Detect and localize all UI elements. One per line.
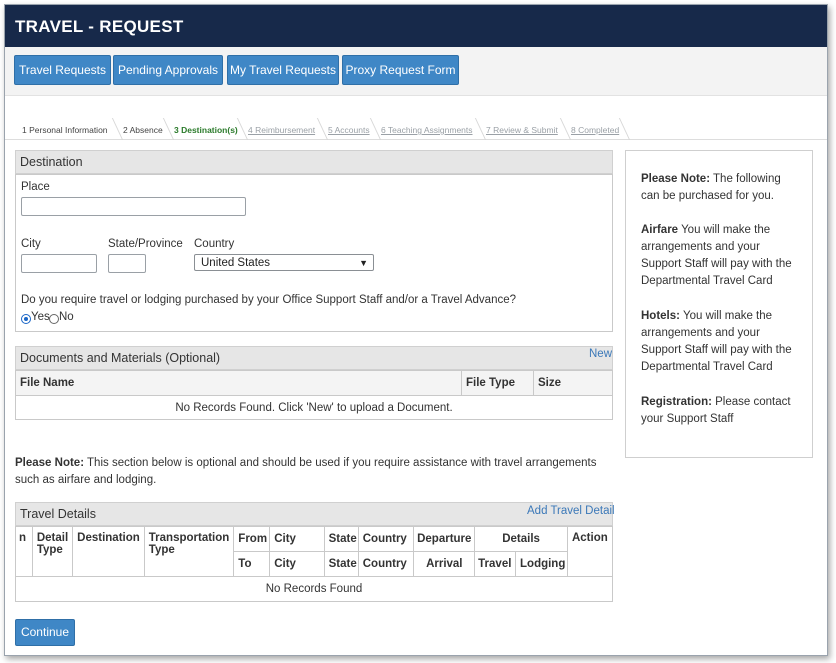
travel-details-title: Travel Details bbox=[20, 507, 96, 521]
col-from-city: City bbox=[269, 526, 325, 552]
destination-title: Destination bbox=[20, 155, 83, 169]
state-province-label: State/Province bbox=[108, 238, 183, 250]
optional-note: Please Note: This section below is optio… bbox=[15, 455, 615, 489]
side-note-panel: Please Note: The following can be purcha… bbox=[625, 150, 813, 458]
travel-empty-text: No Records Found bbox=[15, 576, 613, 602]
step-divider bbox=[316, 118, 329, 140]
pending-approvals-button[interactable]: Pending Approvals bbox=[113, 55, 223, 85]
destination-panel: Place City State/Province Country United… bbox=[15, 174, 613, 332]
yes-label: Yes bbox=[31, 311, 50, 323]
place-input[interactable] bbox=[21, 197, 246, 216]
wizard-steps: 1 Personal Information 2 Absence 3 Desti… bbox=[5, 109, 827, 140]
side-note-hotels-bold: Hotels: bbox=[641, 310, 680, 322]
documents-empty-row: No Records Found. Click 'New' to upload … bbox=[15, 395, 613, 420]
country-select[interactable]: United States ▼ bbox=[194, 254, 374, 271]
col-action: Action bbox=[566, 526, 614, 577]
step-completed: 8 Completed bbox=[571, 125, 620, 135]
step-divider bbox=[369, 118, 382, 140]
side-note-intro: Please Note: The following can be purcha… bbox=[641, 171, 801, 205]
col-to-state: State bbox=[323, 551, 359, 577]
step-absence[interactable]: 2 Absence bbox=[123, 125, 163, 135]
window-frame: TRAVEL - REQUEST Travel Requests Pending… bbox=[4, 4, 828, 656]
step-divider bbox=[559, 118, 572, 140]
col-transportation-type: Transportation Type bbox=[143, 526, 235, 577]
add-travel-detail-link[interactable]: Add Travel Detail bbox=[527, 505, 615, 517]
col-size: Size bbox=[533, 370, 613, 396]
travel-header-row-1: n Detail Type Destination Transportation… bbox=[15, 526, 614, 577]
travel-requests-button[interactable]: Travel Requests bbox=[14, 55, 111, 85]
app-header: TRAVEL - REQUEST bbox=[5, 5, 827, 47]
step-accounts: 5 Accounts bbox=[328, 125, 370, 135]
purchase-question: Do you require travel or lodging purchas… bbox=[21, 294, 517, 306]
step-divider bbox=[618, 118, 631, 140]
nav-bar: Travel Requests Pending Approvals My Tra… bbox=[5, 47, 827, 96]
documents-header: Documents and Materials (Optional) bbox=[15, 346, 613, 370]
step-review-submit: 7 Review & Submit bbox=[486, 125, 558, 135]
side-note-registration: Registration: Please contact your Suppor… bbox=[641, 394, 801, 428]
side-note-hotels: Hotels: You will make the arrangements a… bbox=[641, 308, 801, 376]
col-file-type: File Type bbox=[461, 370, 534, 396]
col-lodging: Lodging bbox=[515, 551, 568, 577]
page-title: TRAVEL - REQUEST bbox=[15, 17, 184, 36]
side-note-airfare: Airfare You will make the arrangements a… bbox=[641, 222, 801, 290]
col-destination: Destination bbox=[72, 526, 145, 577]
country-select-value: United States bbox=[201, 257, 271, 269]
col-departure: Departure bbox=[413, 526, 476, 552]
col-to-country: Country bbox=[357, 551, 415, 577]
optional-note-text: This section below is optional and shoul… bbox=[15, 457, 597, 486]
documents-table: File Name File Type Size No Records Foun… bbox=[15, 370, 613, 420]
documents-title: Documents and Materials (Optional) bbox=[20, 351, 221, 365]
col-file-name: File Name bbox=[15, 370, 462, 396]
city-input[interactable] bbox=[21, 254, 97, 273]
step-teaching-assignments: 6 Teaching Assignments bbox=[381, 125, 473, 135]
step-divider bbox=[162, 118, 175, 140]
col-n: n bbox=[15, 526, 33, 577]
col-from: From bbox=[233, 526, 271, 552]
col-to-city: City bbox=[269, 551, 325, 577]
continue-button[interactable]: Continue bbox=[15, 619, 75, 646]
travel-details-header: Travel Details bbox=[15, 502, 613, 526]
step-divider bbox=[111, 118, 124, 140]
optional-note-bold: Please Note: bbox=[15, 457, 85, 469]
step-divider bbox=[236, 118, 249, 140]
destination-header: Destination bbox=[15, 150, 613, 174]
step-destinations[interactable]: 3 Destination(s) bbox=[174, 125, 238, 135]
documents-empty-text: No Records Found. Click 'New' to upload … bbox=[15, 395, 613, 420]
col-travel: Travel bbox=[474, 551, 517, 577]
step-divider bbox=[474, 118, 487, 140]
no-radio[interactable] bbox=[49, 314, 59, 324]
col-to: To bbox=[233, 551, 271, 577]
travel-details-table: n Detail Type Destination Transportation… bbox=[15, 526, 614, 602]
side-note-registration-bold: Registration: bbox=[641, 396, 712, 408]
country-label: Country bbox=[194, 238, 235, 250]
travel-empty-row: No Records Found bbox=[15, 576, 613, 602]
new-document-link[interactable]: New bbox=[589, 348, 612, 360]
col-from-state: State bbox=[323, 526, 359, 552]
col-from-country: Country bbox=[357, 526, 415, 552]
place-label: Place bbox=[21, 181, 50, 193]
state-province-input[interactable] bbox=[108, 254, 146, 273]
col-details: Details bbox=[474, 526, 568, 552]
col-detail-type: Detail Type bbox=[31, 526, 74, 577]
documents-header-row: File Name File Type Size bbox=[15, 370, 613, 396]
col-arrival: Arrival bbox=[413, 551, 476, 577]
proxy-request-form-button[interactable]: Proxy Request Form bbox=[342, 55, 459, 85]
my-travel-requests-button[interactable]: My Travel Requests bbox=[227, 55, 339, 85]
step-personal-information[interactable]: 1 Personal Information bbox=[22, 125, 108, 135]
chevron-down-icon: ▼ bbox=[359, 258, 368, 268]
yes-radio[interactable] bbox=[21, 314, 31, 324]
step-reimbursement: 4 Reimbursement bbox=[248, 125, 316, 135]
city-label: City bbox=[21, 238, 41, 250]
side-note-intro-bold: Please Note: bbox=[641, 173, 711, 185]
side-note-airfare-bold: Airfare bbox=[641, 224, 679, 236]
no-label: No bbox=[59, 311, 74, 323]
